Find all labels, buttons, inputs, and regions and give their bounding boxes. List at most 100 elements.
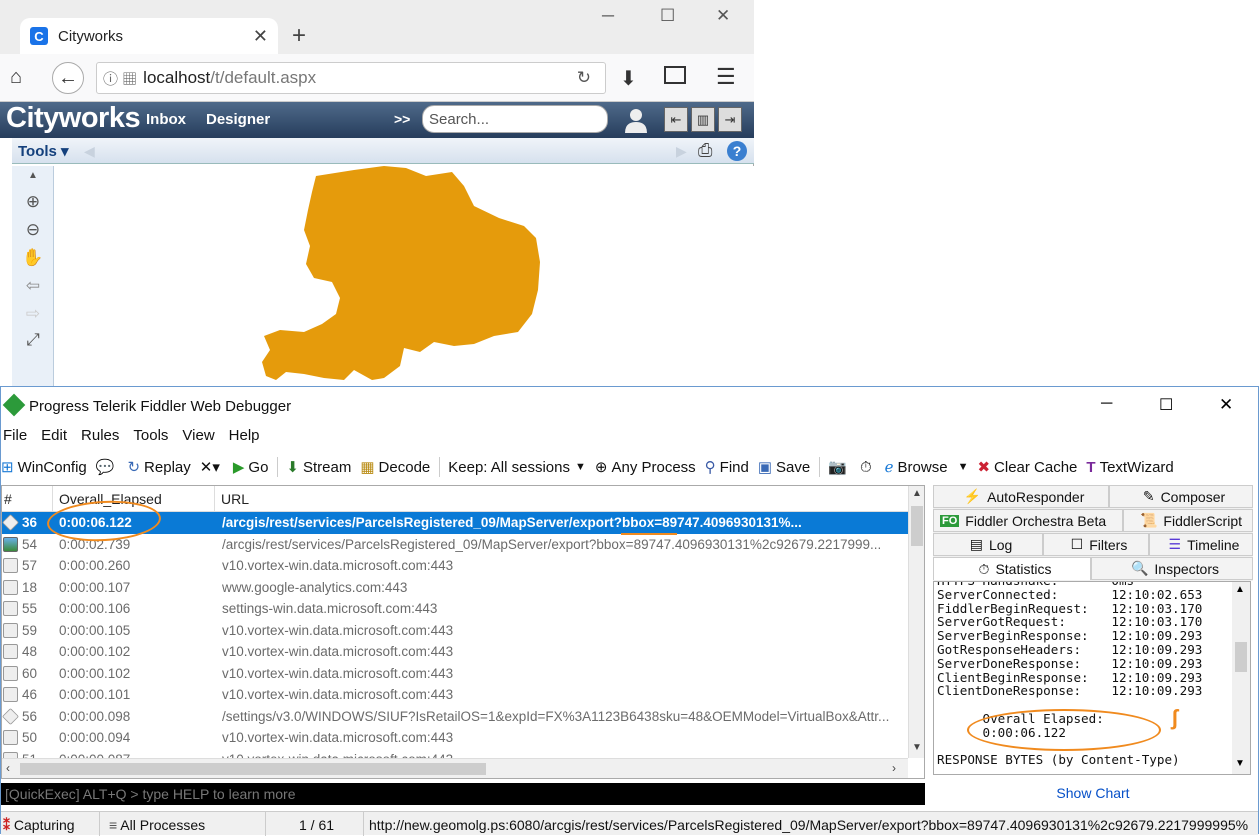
tab-close-icon[interactable]: ✕ bbox=[253, 26, 268, 47]
minimize-icon[interactable]: ─ bbox=[602, 6, 614, 26]
more-menu-button[interactable]: >> bbox=[394, 111, 410, 127]
scroll-left-icon[interactable]: ‹ bbox=[6, 761, 10, 775]
tab-timeline[interactable]: ☰ Timeline bbox=[1149, 533, 1253, 556]
keep-sessions-dropdown[interactable]: Keep: All sessions ▼ bbox=[448, 459, 586, 476]
column-url[interactable]: URL bbox=[214, 486, 904, 512]
quickexec-input[interactable]: [QuickExec] ALT+Q > type HELP to learn m… bbox=[1, 783, 925, 805]
pan-hand-icon[interactable]: ✋ bbox=[22, 248, 44, 270]
info-icon[interactable]: ⓘ ▦ bbox=[103, 68, 137, 89]
any-process-button[interactable]: ⊕ Any Process bbox=[595, 458, 696, 477]
zoom-in-icon[interactable]: ⊕ bbox=[22, 192, 44, 214]
close-window-icon[interactable]: ✕ bbox=[1219, 395, 1233, 415]
map-view[interactable] bbox=[54, 166, 754, 390]
vertical-scrollbar[interactable]: ▲ ▼ bbox=[1232, 582, 1250, 774]
hamburger-menu-icon[interactable]: ☰ bbox=[716, 64, 736, 90]
tab-autoresponder[interactable]: ⚡ AutoResponder bbox=[933, 485, 1109, 508]
menu-tools[interactable]: Tools bbox=[133, 427, 168, 449]
fiddler-titlebar: Progress Telerik Fiddler Web Debugger ─ … bbox=[1, 387, 1258, 425]
process-filter[interactable]: ≡ All Processes bbox=[109, 817, 205, 833]
full-extent-icon[interactable]: ⤢ bbox=[22, 330, 44, 352]
tab-composer[interactable]: ✎ Composer bbox=[1109, 485, 1253, 508]
minimize-icon[interactable]: ─ bbox=[1101, 395, 1112, 413]
scroll-right-icon[interactable]: › bbox=[892, 761, 896, 775]
nav-designer[interactable]: Designer bbox=[206, 111, 270, 128]
comment-button[interactable]: 💬 bbox=[96, 458, 119, 476]
scroll-down-icon[interactable]: ▼ bbox=[912, 742, 922, 753]
session-row[interactable]: 50 0:00:00.094 v10.vortex-win.data.microso… bbox=[2, 727, 908, 749]
replay-button[interactable]: ↻ Replay bbox=[127, 458, 190, 477]
url-bar[interactable]: ⓘ ▦ localhost/t/default.aspx ↻ bbox=[96, 62, 606, 94]
session-row[interactable]: 55 0:00:00.106 settings-win.data.microsoft… bbox=[2, 598, 908, 620]
capturing-status[interactable]: ⁑ Capturing bbox=[3, 817, 75, 834]
scroll-thumb[interactable] bbox=[1235, 642, 1247, 672]
back-arrow-icon[interactable]: ← bbox=[52, 62, 84, 94]
session-row[interactable]: 56 0:00:00.098/settings/v3.0/WINDOWS/SIUF… bbox=[2, 706, 908, 728]
panel-layout-icon[interactable]: ▥ bbox=[691, 107, 715, 132]
vertical-scrollbar[interactable]: ▲ ▼ bbox=[908, 486, 924, 758]
timer-button[interactable]: ⏱ bbox=[860, 459, 876, 476]
save-button[interactable]: ▣ Save bbox=[758, 458, 810, 477]
stream-button[interactable]: ⬇ Stream bbox=[286, 458, 351, 477]
logout-icon[interactable]: ⇥ bbox=[718, 107, 742, 132]
go-button[interactable]: ▶ Go bbox=[233, 458, 269, 477]
browse-button[interactable]: ℯ Browse ▼ bbox=[885, 458, 969, 477]
tab-statistics[interactable]: ⏱ Statistics bbox=[933, 557, 1091, 580]
menu-view[interactable]: View bbox=[182, 427, 214, 449]
sign-out-icon[interactable]: ⇤ bbox=[664, 107, 688, 132]
library-icon[interactable] bbox=[664, 66, 686, 84]
tab-inspectors[interactable]: 🔍 Inspectors bbox=[1091, 557, 1253, 580]
horizontal-scrollbar[interactable]: ‹ › bbox=[2, 758, 908, 778]
previous-extent-icon[interactable]: ⇦ bbox=[22, 276, 44, 298]
url-text[interactable]: localhost/t/default.aspx bbox=[143, 68, 577, 88]
cityworks-search-input[interactable]: Search... bbox=[422, 105, 608, 133]
session-row[interactable]: 60 0:00:00.102 v10.vortex-win.data.microso… bbox=[2, 663, 908, 685]
help-icon[interactable]: ? bbox=[727, 141, 747, 161]
scroll-up-icon[interactable]: ▲ bbox=[912, 488, 922, 499]
session-row[interactable]: 57 0:00:00.260 v10.vortex-win.data.microso… bbox=[2, 555, 908, 577]
print-icon[interactable]: ⎙ bbox=[698, 140, 712, 161]
reload-icon[interactable]: ↻ bbox=[577, 68, 591, 88]
tab-orchestra[interactable]: FO Fiddler Orchestra Beta bbox=[933, 509, 1123, 532]
tab-fiddlerscript[interactable]: 📜 FiddlerScript bbox=[1123, 509, 1253, 532]
user-icon[interactable] bbox=[622, 106, 650, 134]
collapse-arrow-icon[interactable]: ▲ bbox=[22, 170, 44, 192]
find-button[interactable]: ⚲ Find bbox=[705, 458, 749, 477]
column-number[interactable]: # bbox=[4, 491, 12, 507]
nav-inbox[interactable]: Inbox bbox=[146, 111, 186, 128]
zoom-out-icon[interactable]: ⊖ bbox=[22, 220, 44, 242]
winconfig-button[interactable]: ⊞ WinConfig bbox=[1, 458, 87, 477]
decode-button[interactable]: ▦ Decode bbox=[360, 458, 430, 477]
menu-rules[interactable]: Rules bbox=[81, 427, 119, 449]
close-window-icon[interactable]: ✕ bbox=[716, 6, 730, 26]
maximize-icon[interactable]: ☐ bbox=[1159, 395, 1173, 415]
scroll-thumb[interactable] bbox=[20, 763, 486, 775]
session-number: 18 bbox=[22, 579, 38, 595]
home-icon[interactable]: ⌂ bbox=[10, 66, 22, 89]
new-tab-button[interactable]: + bbox=[292, 22, 306, 50]
tab-log[interactable]: ▤ Log bbox=[933, 533, 1043, 556]
menu-file[interactable]: File bbox=[3, 427, 27, 449]
tools-menu[interactable]: Tools ▾ bbox=[18, 142, 69, 160]
tab-filters[interactable]: ☐ Filters bbox=[1043, 533, 1149, 556]
download-icon[interactable]: ⬇ bbox=[620, 66, 637, 91]
scroll-left-icon[interactable]: ◀ bbox=[84, 143, 95, 160]
textwizard-button[interactable]: T TextWizard bbox=[1086, 459, 1173, 476]
scroll-down-icon[interactable]: ▼ bbox=[1235, 758, 1245, 769]
maximize-icon[interactable]: ☐ bbox=[660, 6, 675, 26]
show-chart-link[interactable]: Show Chart bbox=[933, 781, 1253, 805]
scroll-up-icon[interactable]: ▲ bbox=[1235, 584, 1245, 595]
next-extent-icon[interactable]: ⇨ bbox=[22, 304, 44, 326]
screenshot-button[interactable]: 📷 bbox=[828, 458, 851, 476]
scroll-right-icon[interactable]: ▶ bbox=[676, 143, 687, 160]
clear-cache-button[interactable]: ✖ Clear Cache bbox=[977, 458, 1077, 477]
menu-help[interactable]: Help bbox=[229, 427, 260, 449]
session-row[interactable]: 18 0:00:00.107 www.google-analytics.com:44… bbox=[2, 577, 908, 599]
remove-button[interactable]: ✕▾ bbox=[200, 458, 224, 476]
session-row[interactable]: 48 0:00:00.102 v10.vortex-win.data.microso… bbox=[2, 641, 908, 663]
menu-edit[interactable]: Edit bbox=[41, 427, 67, 449]
session-row[interactable]: 59 0:00:00.105 v10.vortex-win.data.microso… bbox=[2, 620, 908, 642]
scroll-thumb[interactable] bbox=[911, 506, 923, 546]
session-row[interactable]: 46 0:00:00.101 v10.vortex-win.data.microso… bbox=[2, 684, 908, 706]
session-row[interactable]: 54 0:00:02.739/arcgis/rest/services/Parce… bbox=[2, 534, 908, 556]
browser-tab[interactable]: C Cityworks ✕ bbox=[20, 18, 278, 54]
